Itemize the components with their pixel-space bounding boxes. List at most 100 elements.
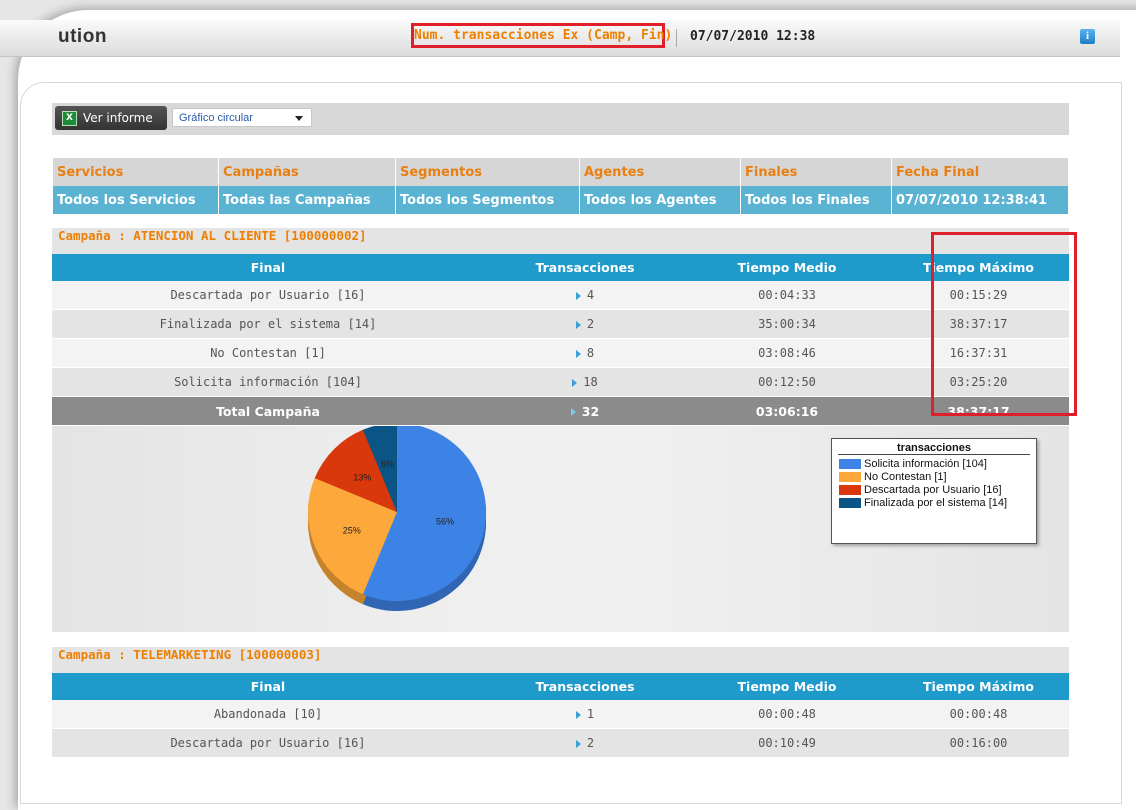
transacciones-value: 1	[586, 707, 595, 721]
final-cell: Descartada por Usuario [16]	[52, 281, 484, 310]
transacciones-cell[interactable]: 18	[484, 367, 686, 397]
filter-value: Todos los Finales	[741, 186, 891, 214]
legend-label: Solicita información [104]	[864, 458, 987, 470]
filter-value: 07/07/2010 12:38:41	[892, 186, 1068, 214]
table-row: Descartada por Usuario [16] 2 00:10:49 0…	[52, 728, 1069, 758]
expand-arrow-icon	[575, 320, 581, 329]
legend-swatch	[839, 472, 861, 482]
filter-header: Servicios	[53, 158, 218, 186]
info-icon[interactable]: i	[1080, 29, 1095, 44]
final-cell: Solicita información [104]	[52, 367, 484, 397]
ver-informe-button[interactable]: X Ver informe	[55, 106, 167, 130]
tiempo-maximo-cell: 00:00:48	[888, 700, 1069, 729]
total-row: Total Campaña 32 03:06:16 38:37:17	[52, 396, 1069, 426]
legend-swatch	[839, 498, 861, 508]
table-row: No Contestan [1] 8 03:08:46 16:37:31	[52, 338, 1069, 368]
column-header-transacciones: Transacciones	[484, 254, 686, 281]
expand-arrow-icon	[575, 349, 581, 358]
filter-value: Todos los Agentes	[580, 186, 740, 214]
transacciones-value: 8	[586, 346, 595, 360]
pie-slice-label: 13%	[353, 472, 371, 482]
tiempo-medio-cell: 00:10:49	[686, 728, 888, 758]
column-header-tiempo-medio: Tiempo Medio	[686, 673, 888, 700]
table-row: Solicita información [104] 18 00:12:50 0…	[52, 367, 1069, 397]
transacciones-cell[interactable]: 4	[484, 281, 686, 310]
filter-value: Todos los Segmentos	[396, 186, 579, 214]
final-cell: No Contestan [1]	[52, 338, 484, 368]
total-label: Total Campaña	[52, 396, 484, 426]
filter-value: Todas las Campañas	[219, 186, 395, 214]
column-header-transacciones: Transacciones	[484, 673, 686, 700]
final-cell: Descartada por Usuario [16]	[52, 728, 484, 758]
filter-value: Todos los Servicios	[53, 186, 218, 214]
campaign-title: Campaña : TELEMARKETING [100000003]	[58, 647, 322, 662]
pie-slice-label: 56%	[436, 517, 454, 527]
filter-header: Agentes	[580, 158, 740, 186]
report-datetime: 07/07/2010 12:38	[690, 29, 816, 44]
expand-arrow-icon	[570, 408, 576, 416]
tiempo-medio-cell: 00:12:50	[686, 367, 888, 397]
final-cell: Finalizada por el sistema [14]	[52, 309, 484, 339]
excel-icon: X	[62, 111, 77, 126]
chart-legend: transacciones Solicita información [104]…	[831, 438, 1037, 544]
total-tiempo-medio: 03:06:16	[686, 396, 888, 426]
column-header-tiempo-maximo: Tiempo Máximo	[888, 673, 1069, 700]
table-row: Finalizada por el sistema [14] 2 35:00:3…	[52, 309, 1069, 339]
legend-item: No Contestan [1]	[832, 471, 1036, 483]
legend-label: Descartada por Usuario [16]	[864, 484, 1002, 496]
transacciones-cell[interactable]: 8	[484, 338, 686, 368]
legend-swatch	[839, 459, 861, 469]
expand-arrow-icon	[572, 378, 578, 387]
expand-arrow-icon	[575, 710, 581, 719]
tiempo-medio-cell: 00:00:48	[686, 700, 888, 729]
filter-header: Segmentos	[396, 158, 579, 186]
filter-header: Finales	[741, 158, 891, 186]
app-logo: ution	[58, 26, 107, 48]
report-panel: X Ver informe Gráfico circular Servicios …	[20, 82, 1122, 804]
logo-text: ution	[58, 26, 107, 47]
tiempo-maximo-cell: 00:16:00	[888, 728, 1069, 758]
transacciones-value: 2	[586, 736, 595, 750]
filter-header: Fecha Final	[892, 158, 1068, 186]
column-header-tiempo-medio: Tiempo Medio	[686, 254, 888, 281]
filter-header: Campañas	[219, 158, 395, 186]
legend-label: Finalizada por el sistema [14]	[864, 497, 1008, 509]
filter-summary-table: Servicios Campañas Segmentos Agentes Fin…	[52, 158, 1069, 214]
campaign-title: Campaña : ATENCION AL CLIENTE [100000002…	[58, 228, 367, 243]
campaign-section: Campaña : ATENCION AL CLIENTE [100000002…	[52, 228, 1069, 632]
transacciones-cell[interactable]: 1	[484, 700, 686, 729]
chart-type-value: Gráfico circular	[179, 112, 253, 124]
legend-swatch	[839, 485, 861, 495]
ver-informe-label: Ver informe	[83, 111, 153, 125]
chevron-down-icon	[295, 116, 303, 121]
report-toolbar: X Ver informe Gráfico circular	[52, 103, 1069, 135]
legend-title: transacciones	[838, 439, 1030, 455]
table-row: Descartada por Usuario [16] 4 00:04:33 0…	[52, 281, 1069, 310]
column-header-final: Final	[52, 673, 484, 700]
expand-arrow-icon	[575, 291, 581, 300]
expand-arrow-icon	[575, 739, 581, 748]
tiempo-medio-cell: 00:04:33	[686, 281, 888, 310]
final-cell: Abandonada [10]	[52, 700, 484, 729]
legend-item: Finalizada por el sistema [14]	[832, 497, 1036, 509]
transacciones-value: 4	[586, 288, 595, 302]
transacciones-value: 2	[586, 317, 595, 331]
pie-slice-label: 6%	[381, 459, 394, 469]
tiempo-maximo-highlight	[931, 232, 1077, 416]
tiempo-medio-cell: 03:08:46	[686, 338, 888, 368]
total-transacciones-value: 32	[581, 403, 600, 419]
report-title: Num. transacciones Ex (Camp, Fin)	[411, 23, 672, 48]
transacciones-cell[interactable]: 2	[484, 728, 686, 758]
tiempo-medio-cell: 35:00:34	[686, 309, 888, 339]
campaign-table: Final Transacciones Tiempo Medio Tiempo …	[52, 254, 1069, 426]
app-header: ution Num. transacciones Ex (Camp, Fin) …	[0, 20, 1120, 57]
header-divider	[676, 29, 677, 47]
chart-type-select[interactable]: Gráfico circular	[172, 108, 312, 127]
campaign-table: Final Transacciones Tiempo Medio Tiempo …	[52, 673, 1069, 758]
campaign-section: Campaña : TELEMARKETING [100000003] Fina…	[52, 647, 1069, 758]
column-header-final: Final	[52, 254, 484, 281]
legend-label: No Contestan [1]	[864, 471, 947, 483]
total-transacciones-cell[interactable]: 32	[484, 396, 686, 426]
transacciones-cell[interactable]: 2	[484, 309, 686, 339]
pie-slice-label: 25%	[343, 526, 361, 536]
